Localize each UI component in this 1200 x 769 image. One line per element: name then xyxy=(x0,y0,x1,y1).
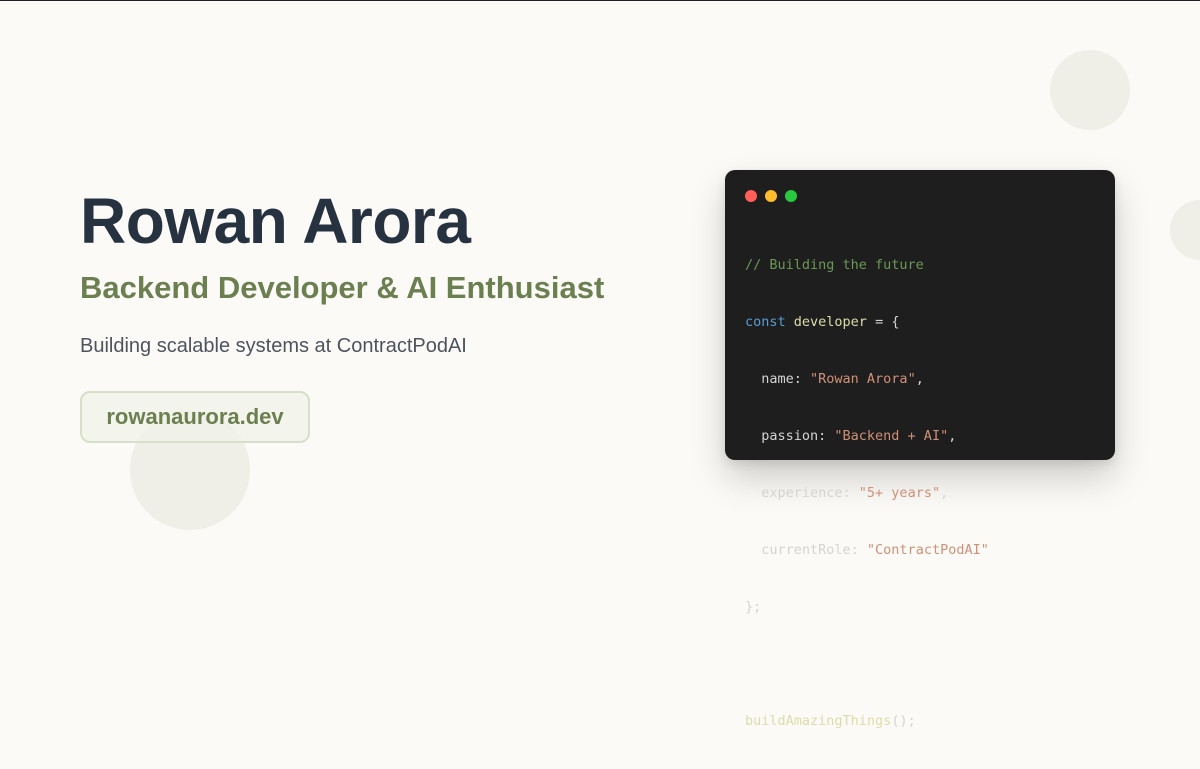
code-line-field: experience: "5+ years", xyxy=(745,484,989,503)
code-variable: developer xyxy=(793,314,867,330)
profile-tagline: Building scalable systems at ContractPod… xyxy=(80,335,467,357)
code-line-call: buildAmazingThings(); xyxy=(745,712,989,731)
code-field-key: passion: xyxy=(745,428,835,444)
code-field-value: "5+ years" xyxy=(858,485,941,501)
window-controls xyxy=(745,190,797,202)
code-field-suffix: , xyxy=(948,428,957,444)
website-link[interactable]: rowanaurora.dev xyxy=(80,391,310,443)
code-field-value: "ContractPodAI" xyxy=(866,542,989,558)
code-field-key: currentRole: xyxy=(745,542,867,558)
code-line-field: name: "Rowan Arora", xyxy=(745,370,989,389)
top-border xyxy=(0,0,1200,1)
code-field-suffix: , xyxy=(915,371,924,387)
code-function-call: buildAmazingThings xyxy=(745,713,892,729)
code-field-key: name: xyxy=(745,371,811,387)
code-block: // Building the future const developer =… xyxy=(745,218,989,769)
code-close: }; xyxy=(745,599,762,615)
code-keyword: const xyxy=(745,314,786,330)
code-assign-open: = { xyxy=(866,314,900,330)
code-line-field: currentRole: "ContractPodAI" xyxy=(745,541,989,560)
decorative-circle-right-edge xyxy=(1170,200,1200,260)
code-call-suffix: (); xyxy=(891,713,916,729)
code-line-field: passion: "Backend + AI", xyxy=(745,427,989,446)
code-line-comment: // Building the future xyxy=(745,256,989,275)
code-field-key: experience: xyxy=(745,485,859,501)
close-dot-icon xyxy=(745,190,757,202)
profile-role: Backend Developer & AI Enthusiast xyxy=(80,270,605,305)
decorative-circle-top-right xyxy=(1050,50,1130,130)
code-line-declaration: const developer = { xyxy=(745,313,989,332)
code-window: // Building the future const developer =… xyxy=(725,170,1115,729)
code-line-close: }; xyxy=(745,598,989,617)
code-comment: // Building the future xyxy=(745,257,924,273)
code-field-suffix: , xyxy=(940,485,949,501)
code-field-value: "Rowan Arora" xyxy=(810,371,916,387)
minimize-dot-icon xyxy=(765,190,777,202)
maximize-dot-icon xyxy=(785,190,797,202)
profile-name: Rowan Arora xyxy=(80,185,471,257)
code-field-value: "Backend + AI" xyxy=(834,428,949,444)
